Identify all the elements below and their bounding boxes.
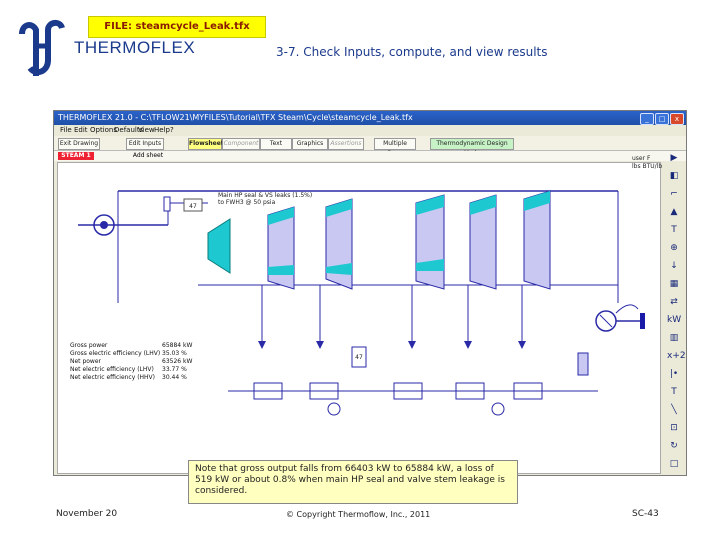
down-icon[interactable]: ↓ (667, 259, 681, 273)
generator-icon (550, 284, 645, 332)
flowsheet-canvas[interactable]: 47 Main HP seal & VS leaks (1.5%) to FWH… (57, 162, 661, 474)
text-box-icon[interactable]: T (667, 385, 681, 399)
menu-help[interactable]: Help (154, 126, 170, 134)
maximize-button[interactable]: □ (655, 113, 669, 125)
edit-inputs-button[interactable]: Edit Inputs (126, 138, 164, 150)
thermoflow-logo (18, 16, 66, 88)
up-icon[interactable]: ▲ (667, 205, 681, 219)
leak-value: 47 (189, 203, 197, 210)
select-icon[interactable]: ◧ (667, 169, 681, 183)
menu-question[interactable]: ? (170, 126, 174, 134)
menu-view[interactable]: View (138, 126, 155, 134)
window-title: THERMOFLEX 21.0 - C:\TFLOW21\MYFILES\Tut… (58, 113, 413, 122)
box-icon[interactable]: □ (667, 457, 681, 471)
menu-file[interactable]: File (60, 126, 72, 134)
footer-copyright: © Copyright Thermoflow, Inc., 2011 (286, 510, 431, 519)
turbine-stage-5 (523, 190, 551, 290)
flowsheet-diagram: 47 Main HP seal & VS leaks (1.5%) to FWH… (70, 190, 645, 416)
table-icon[interactable]: ▥ (667, 331, 681, 345)
toolbar: Exit Drawing Edit Inputs Flowsheets Comp… (54, 136, 686, 157)
file-name-label: FILE: steamcycle_Leak.tfx (88, 16, 266, 38)
corner-icon[interactable]: ⌐ (667, 187, 681, 201)
menu-edit[interactable]: Edit (74, 126, 88, 134)
footer-date: November 20 (56, 509, 118, 519)
frame-icon[interactable]: ⊡ (667, 421, 681, 435)
slide-subtitle: 3-7. Check Inputs, compute, and view res… (276, 45, 548, 59)
note-callout: Note that gross output falls from 66403 … (188, 460, 518, 504)
leak-label-1: Main HP seal & VS leaks (1.5%) (218, 192, 312, 199)
summary-value-0: 65884 kW (162, 342, 192, 349)
summary-value-2: 63526 kW (162, 358, 192, 365)
tab-steam1[interactable]: STEAM 1 (58, 152, 94, 160)
assertions-button[interactable]: Assertions (328, 138, 364, 150)
menu-options[interactable]: Options (90, 126, 117, 134)
summary-label-0: Gross power (70, 342, 108, 349)
leak-label-2: to FWH3 @ 50 psia (218, 199, 276, 206)
line-icon[interactable]: ╲ (667, 403, 681, 417)
boiler-icon (78, 214, 168, 236)
summary-label-3: Net electric efficiency (LHV) (70, 366, 154, 373)
summary-label-2: Net power (70, 358, 102, 365)
results-summary: Gross power 65884 kW Gross electric effi… (70, 342, 192, 381)
summary-value-4: 30.44 % (162, 374, 187, 381)
summary-value-1: 35.03 % (162, 350, 187, 357)
summary-label-4: Net electric efficiency (HHV) (70, 374, 155, 381)
graphics-button[interactable]: Graphics (292, 138, 328, 150)
tab-add-sheet[interactable]: Add sheet (132, 152, 164, 160)
component-button[interactable]: Component (222, 138, 260, 150)
zoom-icon[interactable]: ⊕ (667, 241, 681, 255)
summary-value-3: 33.77 % (162, 366, 187, 373)
sheet-tabs: STEAM 1 Add sheet (54, 151, 686, 161)
formula-icon[interactable]: x+2 (667, 349, 686, 363)
swap-icon[interactable]: ⇄ (667, 295, 681, 309)
turbine-stage-3 (415, 194, 445, 290)
right-toolbar: ▶ ◧ ⌐ ▲ T ⊕ ↓ ▦ ⇄ kW ▥ x+2 |• T ╲ ⊡ ↻ □ (664, 151, 686, 471)
app-window: THERMOFLEX 21.0 - C:\TFLOW21\MYFILES\Tut… (53, 110, 687, 476)
summary-label-1: Gross electric efficiency (LHV) (70, 350, 160, 357)
multiple-runs-button[interactable]: Multiple Runs (374, 138, 416, 157)
exit-drawing-button[interactable]: Exit Drawing (58, 138, 100, 150)
pump-1 (327, 402, 341, 416)
text-tool-icon[interactable]: T (667, 223, 681, 237)
kw-icon[interactable]: kW (667, 313, 681, 327)
minimize-button[interactable]: _ (640, 113, 654, 125)
pump-2 (491, 402, 505, 416)
brand-name: THERMOFLEX (74, 38, 196, 57)
grid-icon[interactable]: ▦ (667, 277, 681, 291)
turbine-stage-1 (267, 206, 295, 290)
units-bottom: lbs BTU/lb (632, 163, 663, 170)
heater-row: 47 (228, 285, 598, 416)
leak-valve-icon (163, 196, 171, 212)
menu-bar: File Edit Options Defaults View Help ? (54, 125, 686, 136)
navigate-icon[interactable]: ▶ (667, 151, 681, 165)
drain-label: 47 (355, 354, 363, 361)
turbine-stage-4 (469, 194, 497, 290)
condenser (577, 352, 589, 376)
hp-turbine (207, 218, 231, 274)
footer-page: SC-43 (632, 509, 659, 519)
point-icon[interactable]: |• (667, 367, 681, 381)
rotate-icon[interactable]: ↻ (667, 439, 681, 453)
close-button[interactable]: x (670, 113, 684, 125)
design-mode-button[interactable]: Thermodynamic Design Mode (430, 138, 514, 157)
units-top: user F (632, 155, 651, 162)
text-button[interactable]: Text (260, 138, 292, 150)
window-titlebar: THERMOFLEX 21.0 - C:\TFLOW21\MYFILES\Tut… (54, 111, 686, 125)
flowsheets-button[interactable]: Flowsheets (188, 138, 227, 150)
turbine-stage-2 (325, 198, 353, 290)
